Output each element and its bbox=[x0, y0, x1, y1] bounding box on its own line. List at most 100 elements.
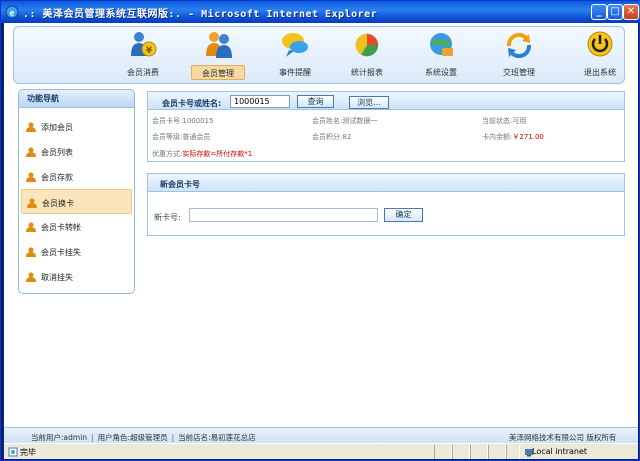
user-unlock-icon bbox=[26, 272, 36, 282]
settings-globe-icon bbox=[430, 33, 453, 56]
member-coin-icon: ¥ bbox=[131, 32, 157, 57]
sidebar-item-member-list[interactable]: 会员列表 bbox=[21, 139, 132, 164]
user-list-icon bbox=[26, 147, 36, 157]
search-label: 会员卡号或姓名: bbox=[162, 99, 222, 108]
status-text: 完毕 bbox=[20, 448, 36, 457]
nav-member-consume[interactable]: ¥ 会员消费 bbox=[112, 27, 174, 83]
ie-window: e .: 美泽会员管理系统互联网版:. - Microsoft Internet… bbox=[0, 0, 640, 461]
footer-separator: | bbox=[91, 433, 94, 442]
nav-label: 交班管理 bbox=[503, 68, 535, 77]
status-segment bbox=[506, 445, 520, 459]
card-search-input[interactable] bbox=[230, 95, 290, 108]
nav-label: 退出系统 bbox=[584, 68, 616, 77]
confirm-button[interactable]: 确定 bbox=[384, 208, 423, 222]
points-field: 会员积分:82 bbox=[312, 132, 351, 142]
sidebar-item-member-deposit[interactable]: 会员存款 bbox=[21, 164, 132, 189]
points-value: 82 bbox=[342, 133, 352, 141]
sidebar-item-add-member[interactable]: 添加会员 bbox=[21, 114, 132, 139]
status-segment bbox=[488, 445, 506, 459]
sidebar-item-change-card[interactable]: 会员换卡 bbox=[21, 189, 132, 214]
sidebar-item-label: 会员换卡 bbox=[42, 199, 74, 208]
nav-stat-report[interactable]: 统计报表 bbox=[336, 27, 398, 83]
current-user: 当前用户:admin bbox=[31, 433, 88, 442]
search-bar: 会员卡号或姓名: 查询 浏览... bbox=[148, 92, 624, 110]
members-icon bbox=[206, 32, 232, 58]
status-label: 当前状态: bbox=[482, 117, 513, 125]
user-role: 用户角色:超级管理员 bbox=[97, 433, 168, 442]
discount-value: 实际存款=所付存款*1 bbox=[182, 150, 253, 158]
new-card-panel: 新会员卡号 新卡号: 确定 bbox=[147, 173, 625, 236]
status-segment bbox=[452, 445, 470, 459]
sidebar-item-label: 会员列表 bbox=[41, 148, 73, 157]
nav-member-manage[interactable]: 会员管理 bbox=[188, 27, 250, 83]
maximize-button[interactable]: □ bbox=[607, 4, 623, 20]
nav-label: 统计报表 bbox=[351, 68, 383, 77]
footer-info: 当前用户:admin | 用户角色:超级管理员 | 当前店名:易初莲花总店 bbox=[31, 432, 256, 443]
card-no-field: 会员卡号:1000015 bbox=[152, 116, 214, 126]
new-card-label: 新卡号: bbox=[154, 213, 181, 222]
sidebar-item-label: 会员卡挂失 bbox=[41, 248, 81, 257]
sidebar-item-report-loss[interactable]: 会员卡挂失 bbox=[21, 239, 132, 264]
level-field: 会员等级:普通会员 bbox=[152, 132, 210, 142]
sidebar-item-label: 会员存款 bbox=[41, 173, 73, 182]
ie-icon: e bbox=[5, 5, 19, 19]
query-button[interactable]: 查询 bbox=[297, 95, 334, 108]
status-segment bbox=[470, 445, 488, 459]
ie-status-bar: 完毕 Local intranet bbox=[4, 443, 638, 459]
sidebar-item-label: 添加会员 bbox=[41, 123, 73, 132]
nav-label: 系统设置 bbox=[425, 68, 457, 77]
user-deposit-icon bbox=[26, 172, 36, 182]
sidebar: 功能导航 添加会员 会员列表 会员存款 会员换卡 会员卡转帐 会员卡挂失 取消挂… bbox=[18, 89, 135, 294]
minimize-button[interactable]: _ bbox=[591, 4, 607, 20]
pie-chart-icon bbox=[355, 33, 379, 57]
balance-field: 卡内余额:￥271.00 bbox=[482, 132, 544, 142]
page-content: ¥ 会员消费 会员管理 事件提醒 统计报表 系统设置 交班管理 退出系统 功能导… bbox=[4, 23, 638, 443]
window-title: .: 美泽会员管理系统互联网版:. - Microsoft Internet E… bbox=[23, 9, 378, 20]
user-lock-icon bbox=[26, 247, 36, 257]
balance-value: ￥271.00 bbox=[512, 133, 544, 141]
shift-arrow-icon bbox=[506, 32, 532, 59]
status-segment bbox=[434, 445, 452, 459]
chat-bubble-icon bbox=[282, 33, 308, 57]
new-card-header: 新会员卡号 bbox=[148, 174, 624, 192]
card-no-value: 1000015 bbox=[182, 117, 214, 125]
sidebar-item-label: 会员卡转帐 bbox=[41, 223, 81, 232]
name-value: 测试数据一 bbox=[342, 117, 378, 125]
title-bar: e .: 美泽会员管理系统互联网版:. - Microsoft Internet… bbox=[1, 1, 640, 23]
name-field: 会员姓名:测试数据一 bbox=[312, 116, 377, 126]
close-button[interactable]: ✕ bbox=[623, 4, 639, 20]
nav-exit-system[interactable]: 退出系统 bbox=[569, 27, 631, 83]
nav-label: 会员消费 bbox=[127, 68, 159, 77]
user-transfer-icon bbox=[26, 222, 36, 232]
sidebar-item-card-transfer[interactable]: 会员卡转帐 bbox=[21, 214, 132, 239]
app-footer: 当前用户:admin | 用户角色:超级管理员 | 当前店名:易初莲花总店 美泽网络技术… bbox=[4, 427, 638, 443]
sidebar-item-cancel-loss[interactable]: 取消挂失 bbox=[21, 264, 132, 289]
svg-text:¥: ¥ bbox=[146, 46, 153, 56]
points-label: 会员积分: bbox=[312, 133, 343, 141]
level-value: 普通会员 bbox=[182, 133, 211, 141]
footer-separator: | bbox=[171, 433, 175, 442]
user-card-icon bbox=[27, 198, 37, 208]
level-label: 会员等级: bbox=[152, 133, 183, 141]
status-field: 当前状态:可用 bbox=[482, 116, 526, 126]
new-card-title: 新会员卡号 bbox=[160, 180, 200, 189]
balance-label: 卡内余额: bbox=[482, 133, 513, 141]
security-zone: Local intranet bbox=[532, 447, 588, 456]
nav-label: 会员管理 bbox=[191, 65, 245, 80]
page-done-icon bbox=[8, 447, 18, 457]
nav-system-settings[interactable]: 系统设置 bbox=[410, 27, 472, 83]
status-value: 可用 bbox=[512, 117, 527, 125]
top-nav: ¥ 会员消费 会员管理 事件提醒 统计报表 系统设置 交班管理 退出系统 bbox=[13, 26, 625, 84]
new-card-input[interactable] bbox=[189, 208, 378, 222]
nav-shift-manage[interactable]: 交班管理 bbox=[488, 27, 550, 83]
name-label: 会员姓名: bbox=[312, 117, 343, 125]
discount-field: 优惠方式:实际存款=所付存款*1 bbox=[152, 149, 252, 159]
browse-button[interactable]: 浏览... bbox=[349, 96, 389, 109]
nav-event-reminder[interactable]: 事件提醒 bbox=[264, 27, 326, 83]
power-icon bbox=[587, 31, 613, 57]
nav-label: 事件提醒 bbox=[279, 68, 311, 77]
current-store: 当前店名:易初莲花总店 bbox=[178, 433, 256, 442]
copyright: 美泽网络技术有限公司 版权所有 bbox=[509, 433, 617, 442]
card-no-label: 会员卡号: bbox=[152, 117, 183, 125]
user-add-icon bbox=[26, 122, 36, 132]
